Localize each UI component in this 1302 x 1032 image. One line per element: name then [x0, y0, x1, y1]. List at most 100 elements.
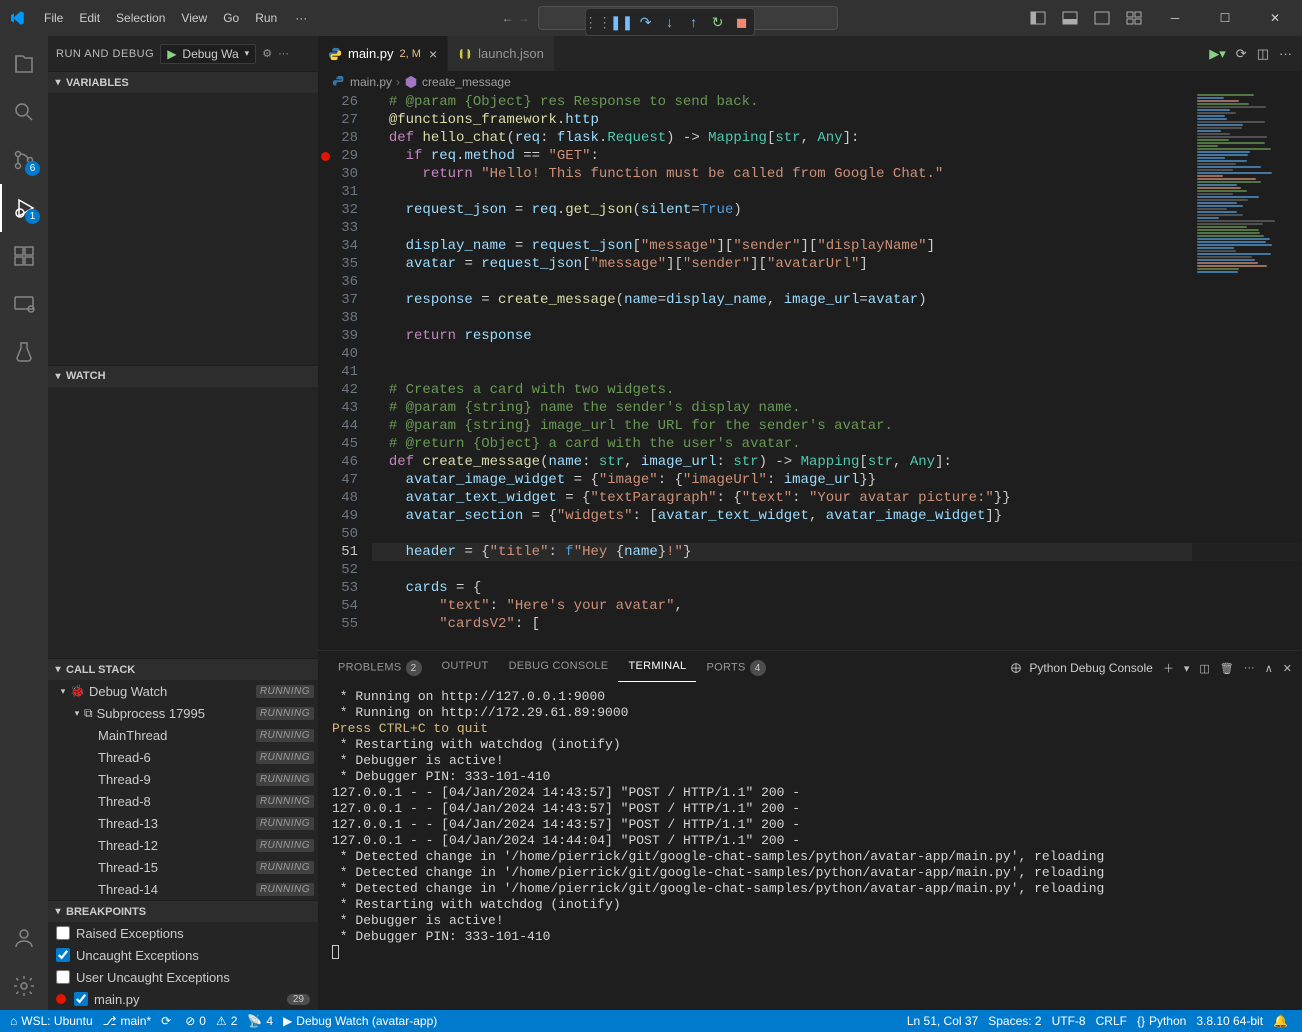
code-editor[interactable]: 26 # @param {Object} res Response to sen… [318, 93, 1302, 650]
code-line[interactable]: 28 def hello_chat(req: flask.Request) ->… [318, 129, 1302, 147]
status-item[interactable]: Spaces: 2 [984, 1014, 1045, 1028]
add-terminal-icon[interactable]: ＋ [1163, 660, 1174, 676]
pause-icon[interactable]: ❚❚ [614, 14, 630, 30]
menu-go[interactable]: Go [215, 7, 247, 29]
status-radio[interactable]: 📡4 [243, 1014, 277, 1028]
callstack-row[interactable]: Thread-9RUNNING [48, 768, 318, 790]
status-remote[interactable]: ⌂WSL: Ubuntu [6, 1014, 97, 1028]
code-line[interactable]: 55 "cardsV2": [ [318, 615, 1302, 633]
restart-icon[interactable]: ↻ [710, 14, 726, 30]
split-terminal-icon[interactable]: ◫ [1199, 662, 1209, 675]
window-maximize-icon[interactable]: ☐ [1202, 0, 1248, 36]
status-item[interactable]: Ln 51, Col 37 [903, 1014, 982, 1028]
tab-launch-json[interactable]: launch.json [448, 36, 555, 71]
code-line[interactable]: 27 @functions_framework.http [318, 111, 1302, 129]
code-line[interactable]: 33 [318, 219, 1302, 237]
callstack-row[interactable]: Thread-8RUNNING [48, 790, 318, 812]
code-line[interactable]: 37 response = create_message(name=displa… [318, 291, 1302, 309]
bp-checkbox[interactable] [56, 948, 70, 962]
step-into-icon[interactable]: ↓ [662, 14, 678, 30]
code-line[interactable]: 34 display_name = request_json["message"… [318, 237, 1302, 255]
code-line[interactable]: 38 [318, 309, 1302, 327]
panel-tab-output[interactable]: OUTPUT [432, 654, 499, 682]
bp-checkbox[interactable] [74, 992, 88, 1006]
status-item[interactable]: 3.8.10 64-bit [1192, 1014, 1267, 1028]
breakpoint-row[interactable]: Raised Exceptions [48, 922, 318, 944]
step-over-icon[interactable]: ↷ [638, 14, 654, 30]
menu-file[interactable]: File [36, 7, 71, 29]
code-line[interactable]: 39 return response [318, 327, 1302, 345]
breakpoint-row[interactable]: User Uncaught Exceptions [48, 966, 318, 988]
terminal-dropdown-icon[interactable]: ▾ [1184, 662, 1190, 675]
bp-checkbox[interactable] [56, 926, 70, 940]
section-variables[interactable]: ▾VARIABLES [48, 71, 318, 93]
breadcrumb[interactable]: main.py › create_message [318, 71, 1302, 93]
layout-right-icon[interactable] [1088, 4, 1116, 32]
panel-tab-debug-console[interactable]: DEBUG CONSOLE [499, 654, 619, 682]
code-line[interactable]: 30 return "Hello! This function must be … [318, 165, 1302, 183]
status-bell[interactable]: 🔔 [1269, 1014, 1296, 1028]
layout-panel-icon[interactable] [1056, 4, 1084, 32]
status-item[interactable]: UTF-8 [1048, 1014, 1090, 1028]
code-line[interactable]: 43 # @param {string} name the sender's d… [318, 399, 1302, 417]
close-icon[interactable]: × [429, 46, 437, 62]
panel-tab-problems[interactable]: PROBLEMS2 [328, 654, 432, 682]
callstack-row[interactable]: Thread-6RUNNING [48, 746, 318, 768]
editor-more-icon[interactable]: ··· [1279, 46, 1292, 61]
code-line[interactable]: 46 def create_message(name: str, image_u… [318, 453, 1302, 471]
callstack-row[interactable]: ▾🐞Debug WatchRUNNING [48, 680, 318, 702]
minimap[interactable] [1192, 93, 1302, 650]
code-line[interactable]: 52 [318, 561, 1302, 579]
code-line[interactable]: 44 # @param {string} image_url the URL f… [318, 417, 1302, 435]
panel-tab-terminal[interactable]: TERMINAL [618, 654, 696, 682]
callstack-row[interactable]: Thread-14RUNNING [48, 878, 318, 900]
callstack-row[interactable]: ▾⧉Subprocess 17995RUNNING [48, 702, 318, 724]
split-editor-icon[interactable]: ◫ [1257, 46, 1269, 62]
activity-explorer[interactable] [0, 40, 48, 88]
code-line[interactable]: 31 [318, 183, 1302, 201]
window-close-icon[interactable]: ✕ [1252, 0, 1298, 36]
section-watch[interactable]: ▾WATCH [48, 365, 318, 387]
terminal-output[interactable]: * Running on http://127.0.0.1:9000 * Run… [318, 685, 1302, 1010]
breakpoint-row[interactable]: main.py29 [48, 988, 318, 1010]
code-line[interactable]: 26 # @param {Object} res Response to sen… [318, 93, 1302, 111]
code-line[interactable]: 47 avatar_image_widget = {"image": {"ima… [318, 471, 1302, 489]
status-lang[interactable]: {} Python [1133, 1014, 1190, 1028]
code-line[interactable]: 51 header = {"title": f"Hey {name}!"} [318, 543, 1302, 561]
section-callstack[interactable]: ▾CALL STACK [48, 658, 318, 680]
panel-tab-ports[interactable]: PORTS4 [696, 654, 775, 682]
panel-more-icon[interactable]: ··· [1244, 662, 1255, 674]
nav-forward-icon[interactable]: → [518, 11, 530, 25]
code-line[interactable]: 42 # Creates a card with two widgets. [318, 381, 1302, 399]
activity-scm[interactable]: 6 [0, 136, 48, 184]
bp-checkbox[interactable] [56, 970, 70, 984]
activity-account[interactable] [0, 914, 48, 962]
code-line[interactable]: 35 avatar = request_json["message"]["sen… [318, 255, 1302, 273]
breakpoint-dot-icon[interactable] [321, 152, 330, 161]
status-branch[interactable]: ⎇main* [99, 1014, 156, 1028]
menu-run[interactable]: Run [247, 7, 285, 29]
callstack-row[interactable]: Thread-13RUNNING [48, 812, 318, 834]
status-sync[interactable]: ⟳ [157, 1014, 179, 1028]
callstack-row[interactable]: MainThreadRUNNING [48, 724, 318, 746]
terminal-select[interactable]: Python Debug Console [1009, 661, 1152, 675]
debug-alt-icon[interactable]: ⟳ [1236, 46, 1247, 62]
status-item[interactable]: CRLF [1092, 1014, 1131, 1028]
status-warn[interactable]: ⚠2 [212, 1014, 241, 1028]
panel-close-icon[interactable]: ✕ [1283, 662, 1292, 675]
debug-config-dropdown[interactable]: ▶ Debug Wa ▾ [160, 44, 256, 64]
breakpoint-row[interactable]: Uncaught Exceptions [48, 944, 318, 966]
code-line[interactable]: 32 request_json = req.get_json(silent=Tr… [318, 201, 1302, 219]
step-out-icon[interactable]: ↑ [686, 14, 702, 30]
grip-icon[interactable]: ⋮⋮ [590, 14, 606, 30]
activity-debug[interactable]: 1 [0, 184, 48, 232]
code-line[interactable]: 49 avatar_section = {"widgets": [avatar_… [318, 507, 1302, 525]
code-line[interactable]: 29 if req.method == "GET": [318, 147, 1302, 165]
nav-back-icon[interactable]: ← [502, 11, 514, 25]
callstack-row[interactable]: Thread-12RUNNING [48, 834, 318, 856]
activity-settings[interactable] [0, 962, 48, 1010]
menu-selection[interactable]: Selection [108, 7, 173, 29]
activity-remote[interactable] [0, 280, 48, 328]
window-minimize-icon[interactable]: ─ [1152, 0, 1198, 36]
stop-icon[interactable]: ◼ [734, 14, 750, 30]
